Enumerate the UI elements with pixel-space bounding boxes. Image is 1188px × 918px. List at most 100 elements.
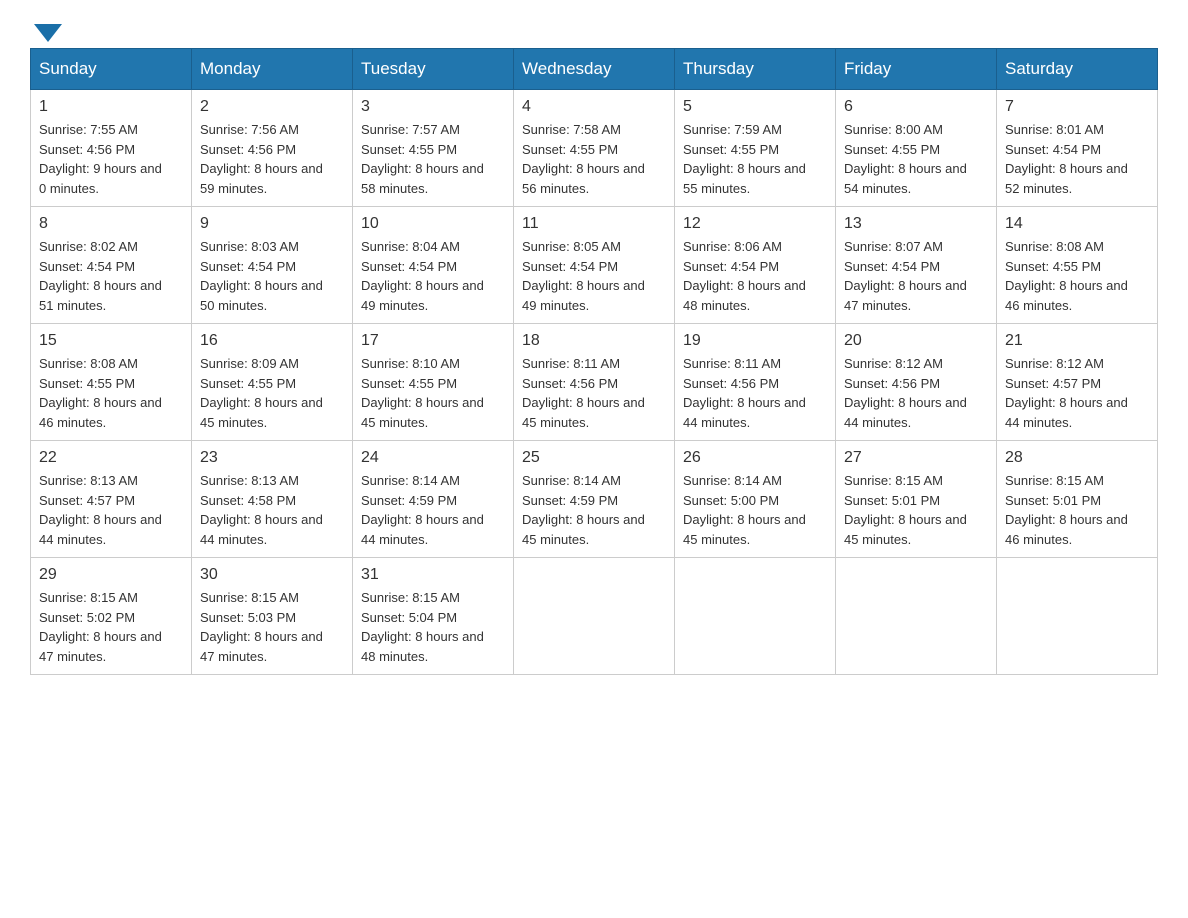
day-number: 28: [1005, 449, 1149, 467]
calendar-cell: 2 Sunrise: 7:56 AM Sunset: 4:56 PM Dayli…: [192, 90, 353, 207]
calendar-cell: [997, 558, 1158, 675]
day-info: Sunrise: 8:15 AM Sunset: 5:01 PM Dayligh…: [844, 471, 988, 549]
calendar-cell: 28 Sunrise: 8:15 AM Sunset: 5:01 PM Dayl…: [997, 441, 1158, 558]
day-info: Sunrise: 8:05 AM Sunset: 4:54 PM Dayligh…: [522, 237, 666, 315]
day-number: 9: [200, 215, 344, 233]
day-info: Sunrise: 8:11 AM Sunset: 4:56 PM Dayligh…: [683, 354, 827, 432]
day-info: Sunrise: 8:12 AM Sunset: 4:57 PM Dayligh…: [1005, 354, 1149, 432]
day-number: 3: [361, 98, 505, 116]
calendar-cell: 12 Sunrise: 8:06 AM Sunset: 4:54 PM Dayl…: [675, 207, 836, 324]
calendar-cell: [836, 558, 997, 675]
week-row-2: 8 Sunrise: 8:02 AM Sunset: 4:54 PM Dayli…: [31, 207, 1158, 324]
calendar-cell: 22 Sunrise: 8:13 AM Sunset: 4:57 PM Dayl…: [31, 441, 192, 558]
day-number: 16: [200, 332, 344, 350]
calendar-cell: 23 Sunrise: 8:13 AM Sunset: 4:58 PM Dayl…: [192, 441, 353, 558]
day-number: 24: [361, 449, 505, 467]
calendar-cell: 27 Sunrise: 8:15 AM Sunset: 5:01 PM Dayl…: [836, 441, 997, 558]
day-number: 27: [844, 449, 988, 467]
day-info: Sunrise: 7:57 AM Sunset: 4:55 PM Dayligh…: [361, 120, 505, 198]
day-info: Sunrise: 8:02 AM Sunset: 4:54 PM Dayligh…: [39, 237, 183, 315]
calendar-cell: 11 Sunrise: 8:05 AM Sunset: 4:54 PM Dayl…: [514, 207, 675, 324]
calendar-cell: 26 Sunrise: 8:14 AM Sunset: 5:00 PM Dayl…: [675, 441, 836, 558]
day-info: Sunrise: 7:55 AM Sunset: 4:56 PM Dayligh…: [39, 120, 183, 198]
day-number: 30: [200, 566, 344, 584]
day-number: 8: [39, 215, 183, 233]
page-header: [30, 20, 1158, 38]
day-number: 26: [683, 449, 827, 467]
weekday-header-friday: Friday: [836, 49, 997, 90]
calendar-cell: 8 Sunrise: 8:02 AM Sunset: 4:54 PM Dayli…: [31, 207, 192, 324]
calendar-cell: 4 Sunrise: 7:58 AM Sunset: 4:55 PM Dayli…: [514, 90, 675, 207]
weekday-header-row: SundayMondayTuesdayWednesdayThursdayFrid…: [31, 49, 1158, 90]
calendar-table: SundayMondayTuesdayWednesdayThursdayFrid…: [30, 48, 1158, 675]
week-row-5: 29 Sunrise: 8:15 AM Sunset: 5:02 PM Dayl…: [31, 558, 1158, 675]
calendar-cell: 19 Sunrise: 8:11 AM Sunset: 4:56 PM Dayl…: [675, 324, 836, 441]
day-info: Sunrise: 8:14 AM Sunset: 5:00 PM Dayligh…: [683, 471, 827, 549]
day-number: 1: [39, 98, 183, 116]
day-info: Sunrise: 8:01 AM Sunset: 4:54 PM Dayligh…: [1005, 120, 1149, 198]
day-number: 2: [200, 98, 344, 116]
weekday-header-tuesday: Tuesday: [353, 49, 514, 90]
week-row-3: 15 Sunrise: 8:08 AM Sunset: 4:55 PM Dayl…: [31, 324, 1158, 441]
day-info: Sunrise: 8:12 AM Sunset: 4:56 PM Dayligh…: [844, 354, 988, 432]
calendar-cell: 31 Sunrise: 8:15 AM Sunset: 5:04 PM Dayl…: [353, 558, 514, 675]
calendar-cell: 7 Sunrise: 8:01 AM Sunset: 4:54 PM Dayli…: [997, 90, 1158, 207]
day-info: Sunrise: 8:15 AM Sunset: 5:02 PM Dayligh…: [39, 588, 183, 666]
day-info: Sunrise: 8:15 AM Sunset: 5:04 PM Dayligh…: [361, 588, 505, 666]
calendar-cell: 25 Sunrise: 8:14 AM Sunset: 4:59 PM Dayl…: [514, 441, 675, 558]
day-number: 29: [39, 566, 183, 584]
logo-arrow-icon: [34, 24, 62, 42]
day-info: Sunrise: 8:13 AM Sunset: 4:57 PM Dayligh…: [39, 471, 183, 549]
day-number: 20: [844, 332, 988, 350]
calendar-cell: [514, 558, 675, 675]
day-info: Sunrise: 8:08 AM Sunset: 4:55 PM Dayligh…: [39, 354, 183, 432]
day-number: 11: [522, 215, 666, 233]
day-number: 19: [683, 332, 827, 350]
day-info: Sunrise: 8:03 AM Sunset: 4:54 PM Dayligh…: [200, 237, 344, 315]
day-number: 12: [683, 215, 827, 233]
day-info: Sunrise: 8:07 AM Sunset: 4:54 PM Dayligh…: [844, 237, 988, 315]
weekday-header-wednesday: Wednesday: [514, 49, 675, 90]
day-info: Sunrise: 7:58 AM Sunset: 4:55 PM Dayligh…: [522, 120, 666, 198]
weekday-header-monday: Monday: [192, 49, 353, 90]
day-info: Sunrise: 7:59 AM Sunset: 4:55 PM Dayligh…: [683, 120, 827, 198]
day-number: 4: [522, 98, 666, 116]
calendar-cell: 30 Sunrise: 8:15 AM Sunset: 5:03 PM Dayl…: [192, 558, 353, 675]
day-number: 23: [200, 449, 344, 467]
calendar-cell: 13 Sunrise: 8:07 AM Sunset: 4:54 PM Dayl…: [836, 207, 997, 324]
day-info: Sunrise: 7:56 AM Sunset: 4:56 PM Dayligh…: [200, 120, 344, 198]
calendar-cell: 6 Sunrise: 8:00 AM Sunset: 4:55 PM Dayli…: [836, 90, 997, 207]
day-number: 31: [361, 566, 505, 584]
weekday-header-thursday: Thursday: [675, 49, 836, 90]
calendar-cell: 14 Sunrise: 8:08 AM Sunset: 4:55 PM Dayl…: [997, 207, 1158, 324]
day-number: 17: [361, 332, 505, 350]
calendar-cell: 5 Sunrise: 7:59 AM Sunset: 4:55 PM Dayli…: [675, 90, 836, 207]
day-info: Sunrise: 8:15 AM Sunset: 5:03 PM Dayligh…: [200, 588, 344, 666]
day-info: Sunrise: 8:04 AM Sunset: 4:54 PM Dayligh…: [361, 237, 505, 315]
calendar-cell: 18 Sunrise: 8:11 AM Sunset: 4:56 PM Dayl…: [514, 324, 675, 441]
calendar-cell: 16 Sunrise: 8:09 AM Sunset: 4:55 PM Dayl…: [192, 324, 353, 441]
day-info: Sunrise: 8:13 AM Sunset: 4:58 PM Dayligh…: [200, 471, 344, 549]
calendar-cell: 3 Sunrise: 7:57 AM Sunset: 4:55 PM Dayli…: [353, 90, 514, 207]
calendar-cell: 24 Sunrise: 8:14 AM Sunset: 4:59 PM Dayl…: [353, 441, 514, 558]
day-number: 6: [844, 98, 988, 116]
calendar-cell: 21 Sunrise: 8:12 AM Sunset: 4:57 PM Dayl…: [997, 324, 1158, 441]
day-number: 13: [844, 215, 988, 233]
day-number: 21: [1005, 332, 1149, 350]
calendar-cell: 9 Sunrise: 8:03 AM Sunset: 4:54 PM Dayli…: [192, 207, 353, 324]
weekday-header-saturday: Saturday: [997, 49, 1158, 90]
day-number: 22: [39, 449, 183, 467]
day-info: Sunrise: 8:11 AM Sunset: 4:56 PM Dayligh…: [522, 354, 666, 432]
week-row-4: 22 Sunrise: 8:13 AM Sunset: 4:57 PM Dayl…: [31, 441, 1158, 558]
calendar-cell: 10 Sunrise: 8:04 AM Sunset: 4:54 PM Dayl…: [353, 207, 514, 324]
week-row-1: 1 Sunrise: 7:55 AM Sunset: 4:56 PM Dayli…: [31, 90, 1158, 207]
day-number: 10: [361, 215, 505, 233]
calendar-cell: 1 Sunrise: 7:55 AM Sunset: 4:56 PM Dayli…: [31, 90, 192, 207]
day-info: Sunrise: 8:10 AM Sunset: 4:55 PM Dayligh…: [361, 354, 505, 432]
day-info: Sunrise: 8:14 AM Sunset: 4:59 PM Dayligh…: [361, 471, 505, 549]
logo: [30, 20, 62, 38]
day-number: 14: [1005, 215, 1149, 233]
calendar-cell: 17 Sunrise: 8:10 AM Sunset: 4:55 PM Dayl…: [353, 324, 514, 441]
calendar-cell: [675, 558, 836, 675]
day-info: Sunrise: 8:06 AM Sunset: 4:54 PM Dayligh…: [683, 237, 827, 315]
